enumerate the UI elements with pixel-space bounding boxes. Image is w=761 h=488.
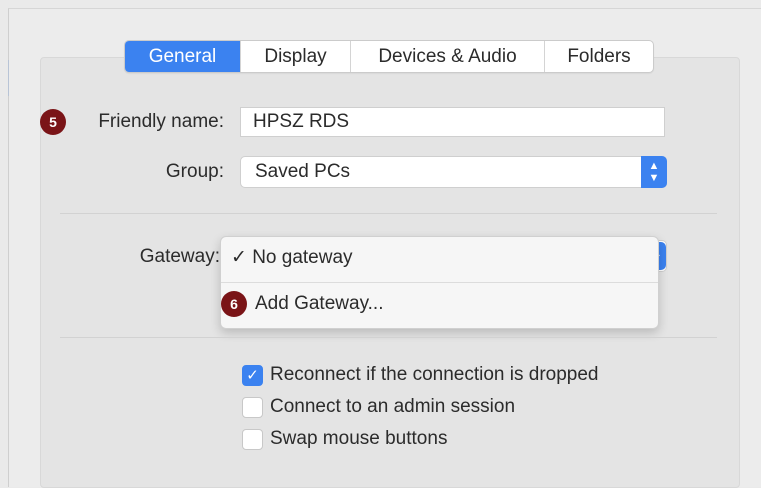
menu-item-label: No gateway: [252, 247, 353, 268]
menu-item-add-gateway[interactable]: Add Gateway...: [255, 293, 692, 315]
divider: [60, 213, 717, 214]
gateway-dropdown-menu: ✓ No gateway Add Gateway...: [220, 236, 659, 329]
admin-session-checkbox-row[interactable]: Connect to an admin session: [242, 396, 515, 418]
tab-bar: General Display Devices & Audio Folders: [124, 40, 654, 73]
window-edge: [8, 60, 9, 96]
friendly-name-field[interactable]: HPSZ RDS: [240, 107, 665, 137]
tab-folders[interactable]: Folders: [545, 41, 653, 72]
step-badge-6: 6: [221, 291, 247, 317]
swap-mouse-checkbox[interactable]: [242, 428, 263, 450]
tab-general[interactable]: General: [125, 41, 241, 72]
swap-mouse-checkbox-row[interactable]: Swap mouse buttons: [242, 428, 447, 450]
up-down-chevron-icon: ▲ ▼: [641, 156, 667, 188]
menu-separator: [221, 282, 658, 283]
admin-session-label: Connect to an admin session: [270, 396, 516, 417]
step-badge-5: 5: [40, 109, 66, 135]
swap-mouse-label: Swap mouse buttons: [270, 428, 448, 449]
friendly-name-label: Friendly name:: [98, 111, 224, 132]
divider: [60, 337, 717, 338]
admin-session-checkbox[interactable]: [242, 396, 263, 418]
reconnect-checkbox[interactable]: ✓: [242, 364, 263, 386]
group-label: Group:: [165, 161, 224, 182]
tab-display[interactable]: Display: [241, 41, 351, 72]
checkmark-icon: ✓: [231, 247, 247, 268]
reconnect-checkbox-row[interactable]: ✓ Reconnect if the connection is dropped: [242, 364, 599, 386]
reconnect-label: Reconnect if the connection is dropped: [270, 364, 599, 385]
group-select-value: Saved PCs: [255, 161, 351, 182]
tab-devices-audio[interactable]: Devices & Audio: [351, 41, 545, 72]
gateway-label: Gateway:: [139, 246, 220, 267]
group-select[interactable]: Saved PCs ▲ ▼: [240, 156, 667, 188]
menu-item-no-gateway[interactable]: ✓ No gateway: [231, 246, 668, 269]
